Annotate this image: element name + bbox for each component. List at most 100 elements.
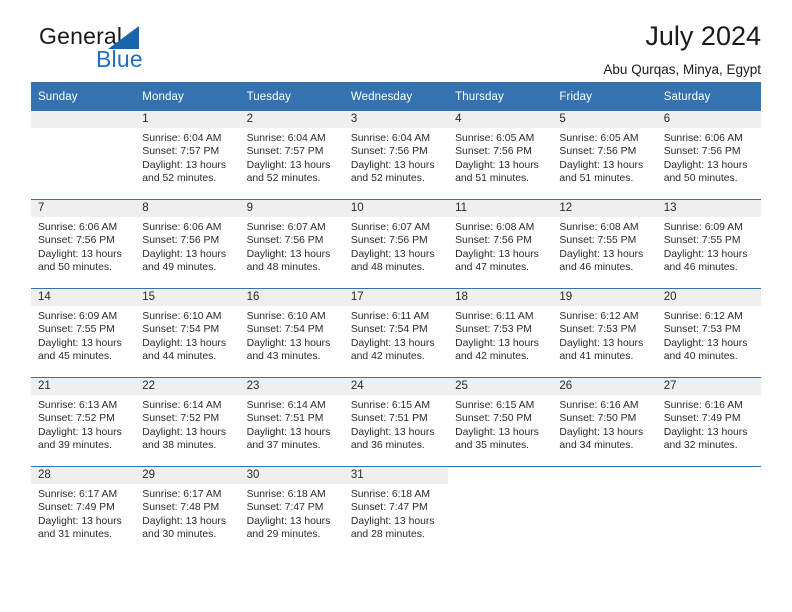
- calendar-cell[interactable]: 16 Sunrise: 6:10 AM Sunset: 7:54 PM Dayligh…: [239, 288, 344, 378]
- day-cell-28: 28 Sunrise: 6:17 AM Sunset: 7:49 PM Dayligh…: [31, 467, 136, 555]
- day-number: 14: [31, 289, 136, 306]
- sunset-text: Sunset: 7:53 PM: [663, 324, 741, 336]
- day-cell-6: 6 Sunrise: 6:06 AM Sunset: 7:56 PM Daylight…: [656, 111, 761, 199]
- calendar-cell[interactable]: 13 Sunrise: 6:09 AM Sunset: 7:55 PM Dayligh…: [656, 199, 761, 289]
- calendar-cell[interactable]: 20 Sunrise: 6:12 AM Sunset: 7:53 PM Dayligh…: [656, 288, 761, 378]
- sunrise-text: Sunrise: 6:04 AM: [350, 133, 430, 144]
- day-cell-empty: [31, 111, 136, 199]
- calendar-cell[interactable]: 23 Sunrise: 6:14 AM Sunset: 7:51 PM Dayligh…: [239, 377, 344, 467]
- day-details: Sunrise: 6:09 AM Sunset: 7:55 PM Daylight:…: [657, 217, 761, 275]
- sunrise-text: Sunrise: 6:08 AM: [559, 222, 639, 233]
- calendar-cell[interactable]: 12 Sunrise: 6:08 AM Sunset: 7:55 PM Dayligh…: [552, 199, 657, 289]
- sunrise-text: Sunrise: 6:07 AM: [246, 222, 326, 233]
- day-details: Sunrise: 6:14 AM Sunset: 7:52 PM Daylight:…: [135, 395, 239, 453]
- sunset-text: Sunset: 7:47 PM: [350, 502, 428, 514]
- calendar-cell[interactable]: 22 Sunrise: 6:14 AM Sunset: 7:52 PM Dayligh…: [135, 377, 240, 467]
- calendar-cell[interactable]: 25 Sunrise: 6:15 AM Sunset: 7:50 PM Dayligh…: [448, 377, 553, 467]
- calendar-cell[interactable]: 19 Sunrise: 6:12 AM Sunset: 7:53 PM Dayligh…: [552, 288, 657, 378]
- daylight-text: Daylight: 13 hours and 40 minutes.: [663, 337, 748, 363]
- day-number: 10: [343, 200, 449, 217]
- weekday-header-sunday: Sunday: [31, 82, 136, 111]
- calendar-cell[interactable]: 6 Sunrise: 6:06 AM Sunset: 7:56 PM Daylight…: [656, 111, 761, 200]
- day-details: Sunrise: 6:07 AM Sunset: 7:56 PM Daylight:…: [344, 217, 448, 275]
- calendar-week-row: 7 Sunrise: 6:06 AM Sunset: 7:56 PM Daylight…: [31, 199, 761, 289]
- day-details: Sunrise: 6:16 AM Sunset: 7:50 PM Daylight:…: [552, 395, 656, 453]
- day-number: 6: [656, 111, 761, 128]
- day-details: Sunrise: 6:07 AM Sunset: 7:56 PM Daylight:…: [240, 217, 344, 275]
- calendar-cell[interactable]: 17 Sunrise: 6:11 AM Sunset: 7:54 PM Dayligh…: [343, 288, 449, 378]
- day-details: Sunrise: 6:16 AM Sunset: 7:49 PM Daylight:…: [657, 395, 761, 453]
- sunset-text: Sunset: 7:56 PM: [455, 146, 532, 158]
- calendar-cell[interactable]: 29 Sunrise: 6:17 AM Sunset: 7:48 PM Dayligh…: [135, 466, 240, 555]
- day-cell-7: 7 Sunrise: 6:06 AM Sunset: 7:56 PM Daylight…: [31, 200, 136, 288]
- daylight-text: Daylight: 13 hours and 47 minutes.: [455, 248, 539, 274]
- day-details: Sunrise: 6:17 AM Sunset: 7:49 PM Daylight:…: [31, 484, 135, 542]
- calendar-table: Sunday Monday Tuesday Wednesday Thursday Frid…: [31, 82, 761, 555]
- day-cell-12: 12 Sunrise: 6:08 AM Sunset: 7:55 PM Dayligh…: [552, 200, 657, 288]
- calendar-cell[interactable]: 9 Sunrise: 6:07 AM Sunset: 7:56 PM Daylight…: [239, 199, 344, 289]
- weekday-header-monday: Monday: [135, 82, 240, 111]
- daylight-text: Daylight: 13 hours and 43 minutes.: [246, 337, 331, 363]
- day-number: 4: [448, 111, 553, 128]
- daylight-text: Daylight: 13 hours and 42 minutes.: [350, 337, 435, 363]
- calendar-cell[interactable]: 5 Sunrise: 6:05 AM Sunset: 7:56 PM Daylight…: [552, 111, 657, 200]
- day-cell-4: 4 Sunrise: 6:05 AM Sunset: 7:56 PM Daylight…: [448, 111, 553, 199]
- calendar-week-row: 1 Sunrise: 6:04 AM Sunset: 7:57 PM Daylight…: [31, 111, 761, 200]
- sunrise-text: Sunrise: 6:14 AM: [246, 400, 326, 411]
- calendar-cell[interactable]: 30 Sunrise: 6:18 AM Sunset: 7:47 PM Dayligh…: [239, 466, 344, 555]
- calendar-cell[interactable]: 8 Sunrise: 6:06 AM Sunset: 7:56 PM Daylight…: [135, 199, 240, 289]
- calendar-cell[interactable]: 4 Sunrise: 6:05 AM Sunset: 7:56 PM Daylight…: [448, 111, 553, 200]
- sunrise-text: Sunrise: 6:05 AM: [455, 133, 535, 144]
- daylight-text: Daylight: 13 hours and 34 minutes.: [559, 426, 644, 452]
- sunset-text: Sunset: 7:50 PM: [559, 413, 637, 425]
- day-number: 23: [239, 378, 344, 395]
- brand-name-blue: Blue: [96, 46, 143, 72]
- sunset-text: Sunset: 7:54 PM: [142, 324, 220, 336]
- calendar-cell[interactable]: 14 Sunrise: 6:09 AM Sunset: 7:55 PM Dayligh…: [31, 288, 136, 378]
- daylight-text: Daylight: 13 hours and 38 minutes.: [142, 426, 227, 452]
- day-details: Sunrise: 6:08 AM Sunset: 7:55 PM Daylight:…: [552, 217, 656, 275]
- calendar-cell[interactable]: 3 Sunrise: 6:04 AM Sunset: 7:56 PM Daylight…: [343, 111, 449, 200]
- calendar-cell[interactable]: 1 Sunrise: 6:04 AM Sunset: 7:57 PM Daylight…: [135, 111, 240, 200]
- sunset-text: Sunset: 7:54 PM: [246, 324, 324, 336]
- day-details: Sunrise: 6:04 AM Sunset: 7:57 PM Daylight:…: [240, 128, 344, 186]
- calendar-cell[interactable]: 10 Sunrise: 6:07 AM Sunset: 7:56 PM Dayligh…: [343, 199, 449, 289]
- calendar-cell[interactable]: 24 Sunrise: 6:15 AM Sunset: 7:51 PM Dayligh…: [343, 377, 449, 467]
- daylight-text: Daylight: 13 hours and 51 minutes.: [559, 159, 644, 185]
- brand-logo[interactable]: General Blue: [39, 25, 219, 77]
- weekday-header-saturday: Saturday: [656, 82, 761, 111]
- calendar-cell[interactable]: 28 Sunrise: 6:17 AM Sunset: 7:49 PM Dayligh…: [31, 466, 136, 555]
- calendar-cell[interactable]: 18 Sunrise: 6:11 AM Sunset: 7:53 PM Dayligh…: [448, 288, 553, 378]
- daylight-text: Daylight: 13 hours and 52 minutes.: [142, 159, 227, 185]
- day-details: Sunrise: 6:05 AM Sunset: 7:56 PM Daylight:…: [552, 128, 656, 186]
- calendar-week-row: 28 Sunrise: 6:17 AM Sunset: 7:49 PM Dayligh…: [31, 466, 761, 555]
- day-number: 2: [239, 111, 344, 128]
- weekday-header-tuesday: Tuesday: [239, 82, 344, 111]
- calendar-week-row: 14 Sunrise: 6:09 AM Sunset: 7:55 PM Dayligh…: [31, 288, 761, 378]
- day-number: 5: [552, 111, 657, 128]
- daylight-text: Daylight: 13 hours and 39 minutes.: [38, 426, 122, 452]
- day-number: 25: [448, 378, 553, 395]
- sunset-text: Sunset: 7:56 PM: [559, 146, 637, 158]
- day-cell-empty: [448, 467, 553, 555]
- day-number: 18: [448, 289, 553, 306]
- day-details: Sunrise: 6:12 AM Sunset: 7:53 PM Daylight:…: [552, 306, 656, 364]
- daylight-text: Daylight: 13 hours and 51 minutes.: [455, 159, 539, 185]
- calendar-cell[interactable]: 26 Sunrise: 6:16 AM Sunset: 7:50 PM Dayligh…: [552, 377, 657, 467]
- sunset-text: Sunset: 7:54 PM: [350, 324, 428, 336]
- day-cell-27: 27 Sunrise: 6:16 AM Sunset: 7:49 PM Dayligh…: [656, 378, 761, 466]
- calendar-cell[interactable]: 31 Sunrise: 6:18 AM Sunset: 7:47 PM Dayligh…: [343, 466, 449, 555]
- daylight-text: Daylight: 13 hours and 36 minutes.: [350, 426, 435, 452]
- calendar-cell[interactable]: 15 Sunrise: 6:10 AM Sunset: 7:54 PM Dayligh…: [135, 288, 240, 378]
- calendar-cell[interactable]: 11 Sunrise: 6:08 AM Sunset: 7:56 PM Dayligh…: [448, 199, 553, 289]
- calendar-cell[interactable]: 2 Sunrise: 6:04 AM Sunset: 7:57 PM Daylight…: [239, 111, 344, 200]
- daylight-text: Daylight: 13 hours and 41 minutes.: [559, 337, 644, 363]
- sunrise-text: Sunrise: 6:15 AM: [455, 400, 535, 411]
- calendar-cell[interactable]: 27 Sunrise: 6:16 AM Sunset: 7:49 PM Dayligh…: [656, 377, 761, 467]
- sunrise-text: Sunrise: 6:04 AM: [142, 133, 222, 144]
- day-cell-14: 14 Sunrise: 6:09 AM Sunset: 7:55 PM Dayligh…: [31, 289, 136, 377]
- day-details: Sunrise: 6:15 AM Sunset: 7:51 PM Daylight:…: [344, 395, 448, 453]
- calendar-cell[interactable]: 7 Sunrise: 6:06 AM Sunset: 7:56 PM Daylight…: [31, 199, 136, 289]
- sunset-text: Sunset: 7:49 PM: [38, 502, 115, 514]
- calendar-cell[interactable]: 21 Sunrise: 6:13 AM Sunset: 7:52 PM Dayligh…: [31, 377, 136, 467]
